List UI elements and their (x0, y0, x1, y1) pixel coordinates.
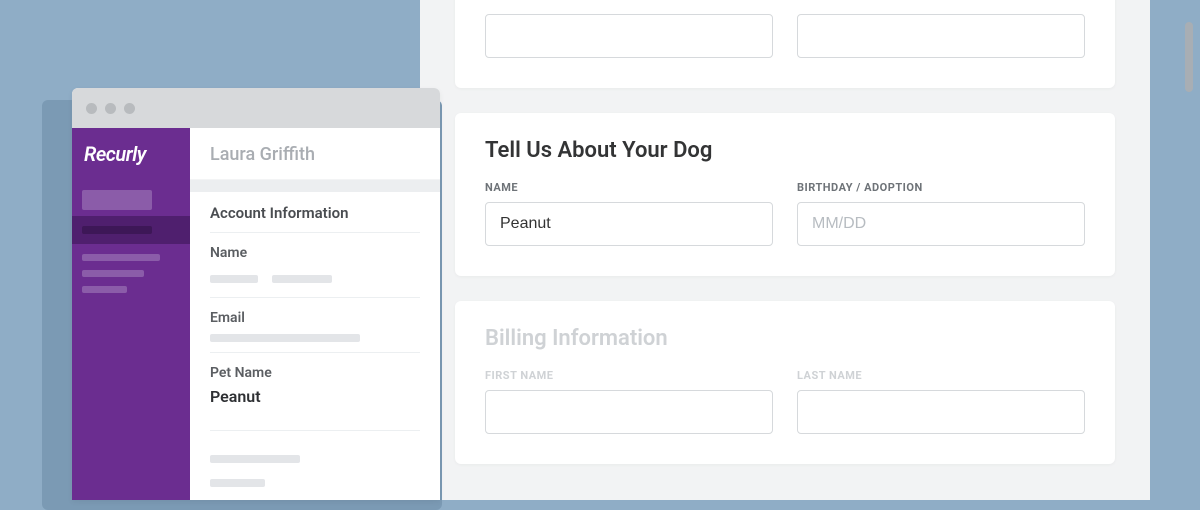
field-dog-name: NAME (485, 181, 773, 246)
account-info-divider (210, 430, 420, 491)
brand-logo: Recurly (72, 128, 190, 184)
sidebar-nav-item[interactable] (82, 286, 127, 293)
skeleton-text (210, 479, 265, 487)
sidebar-nav-item-active[interactable] (72, 216, 190, 244)
dog-birthday-input[interactable] (797, 202, 1085, 246)
dog-birthday-label: BIRTHDAY / ADOPTION (797, 181, 1085, 194)
account-email-label: Email (210, 310, 420, 326)
account-info-heading: Account Information (210, 204, 420, 222)
account-email-row: Email (210, 298, 420, 353)
account-name-label: Name (210, 245, 420, 261)
first-name-label: FIRST NAME (485, 369, 773, 382)
traffic-light-minimize-icon[interactable] (105, 103, 116, 114)
window-titlebar (72, 88, 440, 128)
account-name-row: Name (210, 233, 420, 298)
last-name-label: LAST NAME (797, 369, 1085, 382)
skeleton-text (210, 275, 258, 283)
account-pet-name-label: Pet Name (210, 365, 420, 381)
field-first-name: FIRST NAME (485, 369, 773, 434)
admin-sidebar: Recurly (72, 128, 190, 500)
account-pet-name-value: Peanut (210, 387, 420, 406)
sidebar-nav-active-indicator (82, 226, 152, 234)
field-generic (797, 14, 1085, 58)
input-generic-3[interactable] (485, 14, 773, 58)
form-stage: Tell Us About Your Dog NAME BIRTHDAY / A… (420, 0, 1150, 500)
scrollbar-thumb[interactable] (1185, 22, 1193, 92)
input-generic-4[interactable] (797, 14, 1085, 58)
form-card-billing: Billing Information FIRST NAME LAST NAME (455, 301, 1115, 464)
skeleton-text (210, 455, 300, 463)
traffic-light-zoom-icon[interactable] (124, 103, 135, 114)
sidebar-nav-item[interactable] (82, 190, 152, 210)
customer-name-header: Laura Griffith (190, 128, 440, 180)
scrollbar-track[interactable] (1183, 0, 1193, 500)
dog-name-input[interactable] (485, 202, 773, 246)
form-card-dog: Tell Us About Your Dog NAME BIRTHDAY / A… (455, 113, 1115, 276)
account-info-heading-row: Account Information (210, 192, 420, 233)
field-generic (485, 14, 773, 58)
field-last-name: LAST NAME (797, 369, 1085, 434)
dog-name-label: NAME (485, 181, 773, 194)
skeleton-text (272, 275, 332, 283)
sidebar-nav-item[interactable] (82, 254, 160, 261)
account-info-panel: Account Information Name Email Pet Name … (190, 192, 440, 491)
traffic-light-close-icon[interactable] (86, 103, 97, 114)
admin-window: Recurly Laura Griffith Account Informati… (72, 88, 440, 500)
account-pet-name-row: Pet Name Peanut (210, 353, 420, 416)
skeleton-text (210, 334, 360, 342)
billing-section-heading: Billing Information (485, 326, 1085, 351)
admin-main: Laura Griffith Account Information Name … (190, 128, 440, 500)
field-dog-birthday: BIRTHDAY / ADOPTION (797, 181, 1085, 246)
dog-section-heading: Tell Us About Your Dog (485, 138, 1085, 163)
sidebar-nav-item[interactable] (82, 270, 144, 277)
last-name-input[interactable] (797, 390, 1085, 434)
admin-section-gap (190, 180, 440, 192)
admin-body: Recurly Laura Griffith Account Informati… (72, 128, 440, 500)
form-card-top (455, 0, 1115, 88)
sidebar-nav-group (72, 244, 190, 312)
first-name-input[interactable] (485, 390, 773, 434)
